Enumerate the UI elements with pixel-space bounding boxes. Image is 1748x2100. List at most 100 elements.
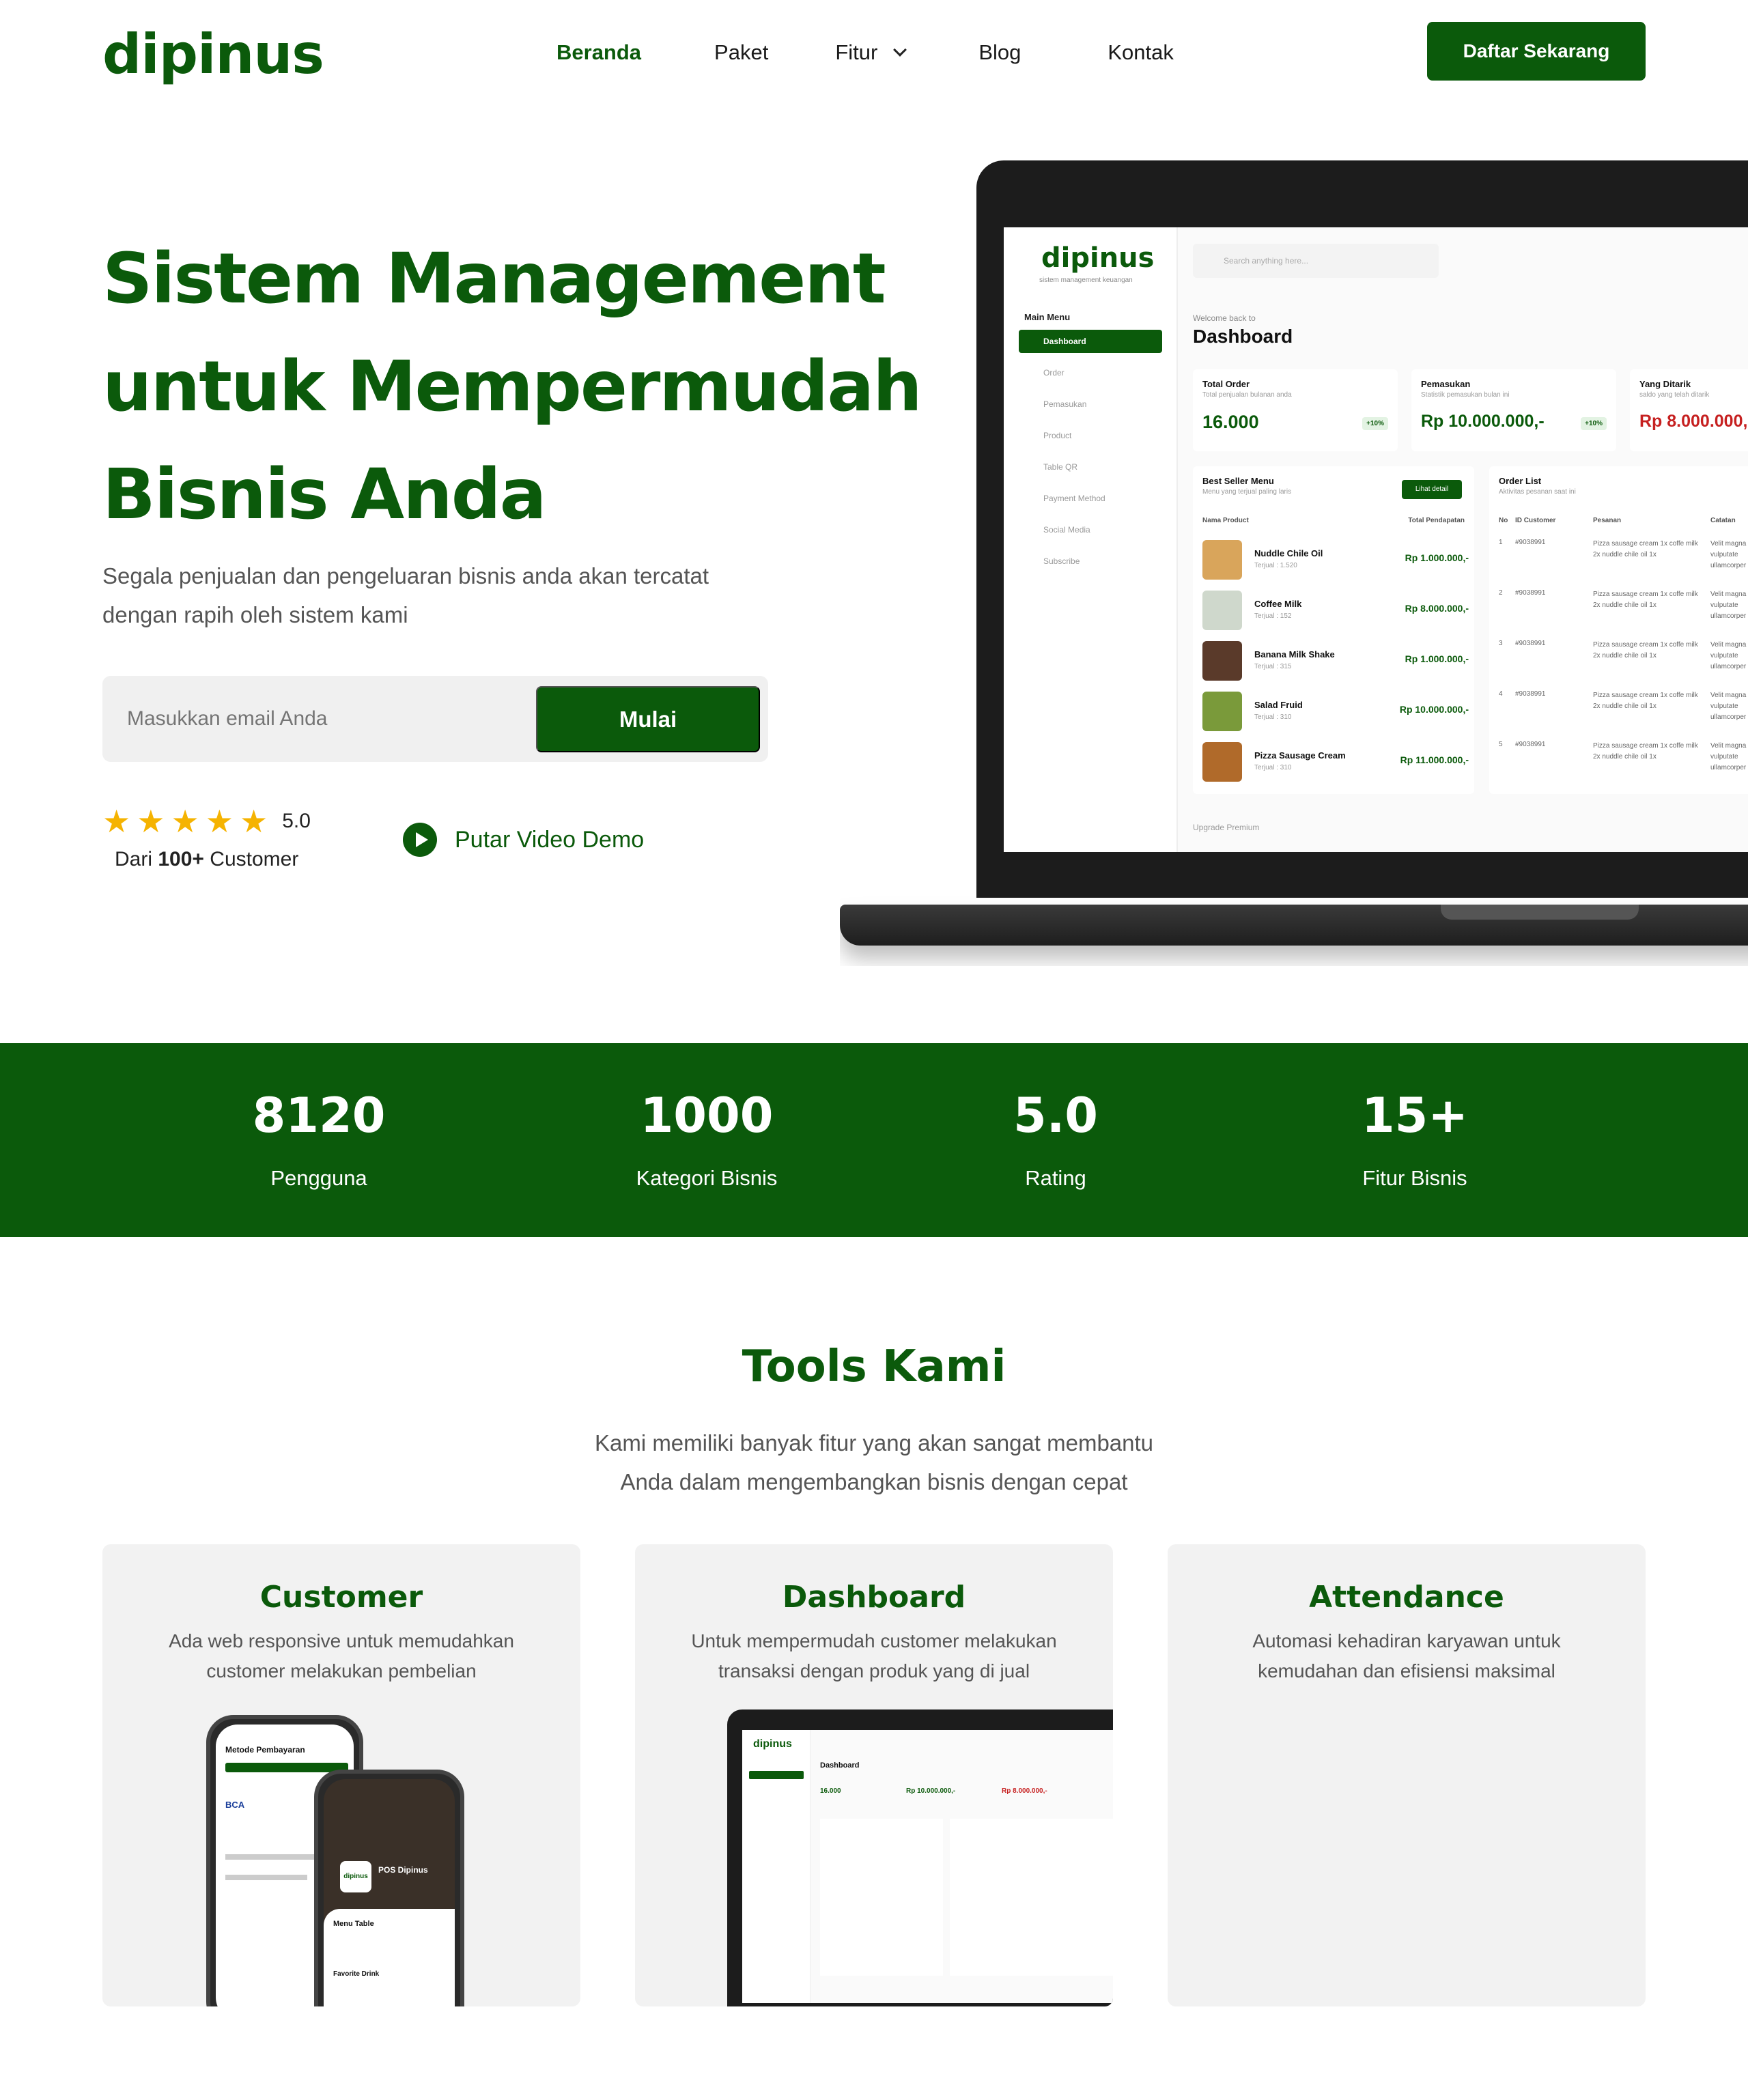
rating-suffix: Customer [210, 848, 299, 870]
card-title: Pemasukan [1421, 379, 1471, 389]
hero-title-line: untuk Mempermudah [102, 346, 922, 427]
stat-value: 1000 [640, 1088, 774, 1144]
order-id: #9038991 [1515, 589, 1546, 597]
menu-table-label: Menu Table [333, 1920, 374, 1928]
best-seller-title: Best Seller Menu [1202, 476, 1274, 486]
stat-value: 8120 [252, 1088, 386, 1144]
product-sold: Terjual : 315 [1254, 663, 1292, 670]
product-name: Nuddle Chile Oil [1254, 548, 1323, 558]
video-demo-label: Putar Video Demo [455, 826, 645, 853]
product-name: Coffee Milk [1254, 599, 1302, 609]
nav-link-paket[interactable]: Paket [714, 34, 768, 71]
order-note: Velit magna vulputate ullamcorper [1710, 591, 1747, 620]
col-order: Pesanan [1593, 517, 1622, 524]
mini-total-order: 16.000 [820, 1787, 841, 1795]
email-input[interactable] [127, 676, 509, 762]
hero-title-line: Sistem Management [102, 238, 886, 320]
order-note: Velit magna vulputate ullamcorper [1710, 641, 1747, 670]
card-value: Rp 10.000.000,- [1421, 412, 1545, 431]
tool-desc-line: Ada web responsive untuk memudahkan [169, 1630, 514, 1651]
order-note: Velit magna vulputate ullamcorper [1710, 742, 1747, 771]
nav-link-beranda[interactable]: Beranda [556, 34, 641, 71]
laptop-mockup: dipinus sistem management keuangan Main … [840, 160, 1748, 966]
order-no: 1 [1499, 539, 1503, 546]
product-income: Rp 8.000.000,- [1405, 603, 1469, 614]
card-value: 16.000 [1202, 412, 1259, 432]
order-items: Pizza sausage cream 1x coffe milk 2x nud… [1593, 591, 1698, 609]
tools-subtitle-line: Anda dalam mengembangkan bisnis dengan c… [620, 1469, 1128, 1494]
product-thumbnail [1202, 742, 1242, 782]
tool-card-attendance[interactable]: Attendance Automasi kehadiran karyawan u… [1168, 1544, 1646, 2006]
order-id: #9038991 [1515, 741, 1546, 748]
hero-subtitle: Segala penjualan dan pengeluaran bisnis … [102, 556, 813, 634]
tool-card-customer[interactable]: Customer Ada web responsive untuk memuda… [102, 1544, 580, 2006]
order-list-desc: Aktivitas pesanan saat ini [1499, 488, 1576, 496]
dashboard-sidebar: dipinus sistem management keuangan Main … [1004, 227, 1178, 852]
nav-link-kontak[interactable]: Kontak [1108, 34, 1174, 71]
col-note: Catatan [1710, 517, 1736, 524]
shop-name: POS Dipinus [378, 1865, 428, 1875]
rating-prefix: Dari [115, 848, 153, 870]
order-id: #9038991 [1515, 539, 1546, 546]
product-name: Pizza Sausage Cream [1254, 750, 1346, 761]
nav-link-fitur[interactable]: Fitur [835, 34, 907, 71]
product-name: Salad Fruid [1254, 700, 1303, 710]
stat-label: Rating [1025, 1166, 1086, 1190]
dashboard-title: Dashboard [1193, 326, 1293, 347]
tool-desc-line: transaksi dengan produk yang di jual [718, 1660, 1030, 1682]
tool-card-title: Customer [259, 1580, 423, 1615]
see-detail-button: Lihat detail [1402, 480, 1462, 499]
best-seller-row: Coffee Milk Terjual : 152 Rp 8.000.000,- [1202, 586, 1469, 632]
order-row: 1 #9038991 Pizza sausage cream 1x coffe … [1499, 532, 1748, 582]
order-id: #9038991 [1515, 690, 1546, 698]
product-thumbnail [1202, 591, 1242, 630]
register-button[interactable]: Daftar Sekarang [1427, 22, 1646, 81]
order-list-title: Order List [1499, 476, 1542, 486]
stat-card-total-order: Total Order Total penjualan bulanan anda… [1193, 369, 1398, 451]
star-icon: ★ [102, 804, 131, 839]
mini-withdrawn: Rp 8.000.000,- [1002, 1787, 1047, 1795]
tool-desc-line: Automasi kehadiran karyawan untuk [1252, 1630, 1561, 1651]
best-seller-row: Pizza Sausage Cream Terjual : 310 Rp 11.… [1202, 738, 1469, 783]
payment-method-title: Metode Pembayaran [225, 1745, 305, 1755]
order-row: 5 #9038991 Pizza sausage cream 1x coffe … [1499, 734, 1748, 784]
order-row: 2 #9038991 Pizza sausage cream 1x coffe … [1499, 582, 1748, 633]
col-id: ID Customer [1515, 517, 1556, 524]
stat-label: Kategori Bisnis [636, 1166, 778, 1190]
sidebar-item-dashboard: Dashboard [1019, 330, 1162, 353]
card-title: Total Order [1202, 379, 1250, 389]
star-icon: ★ [205, 804, 234, 839]
play-demo-video-button[interactable]: Putar Video Demo [403, 823, 644, 857]
order-row: 4 #9038991 Pizza sausage cream 1x coffe … [1499, 683, 1748, 734]
phone-line [225, 1875, 307, 1880]
order-items: Pizza sausage cream 1x coffe milk 2x nud… [1593, 742, 1698, 761]
best-seller-row: Banana Milk Shake Terjual : 315 Rp 1.000… [1202, 637, 1469, 682]
order-no: 2 [1499, 589, 1503, 597]
hero-title-line: Bisnis Anda [102, 454, 547, 535]
email-signup-form: Mulai [102, 676, 768, 762]
star-icon: ★ [240, 804, 268, 839]
tools-subtitle-line: Kami memiliki banyak fitur yang akan san… [594, 1430, 1154, 1456]
nav-link-blog[interactable]: Blog [978, 34, 1021, 71]
start-button[interactable]: Mulai [536, 686, 760, 752]
mini-laptop-mockup: dipinus Dashboard 16.000 Rp 10.000.000,-… [727, 1709, 1113, 2006]
stats-band: 8120 Pengguna 1000 Kategori Bisnis 5.0 R… [0, 1043, 1748, 1237]
tool-card-dashboard[interactable]: Dashboard Untuk mempermudah customer mel… [635, 1544, 1113, 2006]
dashboard-logo: dipinus [1041, 242, 1155, 274]
mini-order-list [950, 1819, 1113, 1976]
sidebar-item-product: Product [1043, 431, 1072, 440]
card-desc: saldo yang telah ditarik [1639, 391, 1710, 399]
order-no: 3 [1499, 640, 1503, 647]
product-sold: Terjual : 152 [1254, 612, 1292, 620]
sidebar-item-table-qr: Table QR [1043, 462, 1078, 472]
col-product: Nama Product [1202, 517, 1249, 524]
sidebar-item-pemasukan: Pemasukan [1043, 399, 1087, 409]
order-note: Velit magna vulputate ullamcorper [1710, 540, 1747, 569]
hero-title: Sistem Management untuk Mempermudah Bisn… [102, 225, 922, 549]
brand-logo[interactable]: dipinus [102, 20, 324, 89]
stat-card-pemasukan: Pemasukan Statistik pemasukan bulan ini … [1411, 369, 1616, 451]
best-seller-panel: Best Seller Menu Menu yang terjual palin… [1193, 466, 1474, 794]
dashboard-main: Search anything here... Welcome back to … [1178, 227, 1748, 852]
rating-count: 100+ [158, 848, 204, 870]
star-icon: ★ [137, 804, 165, 839]
